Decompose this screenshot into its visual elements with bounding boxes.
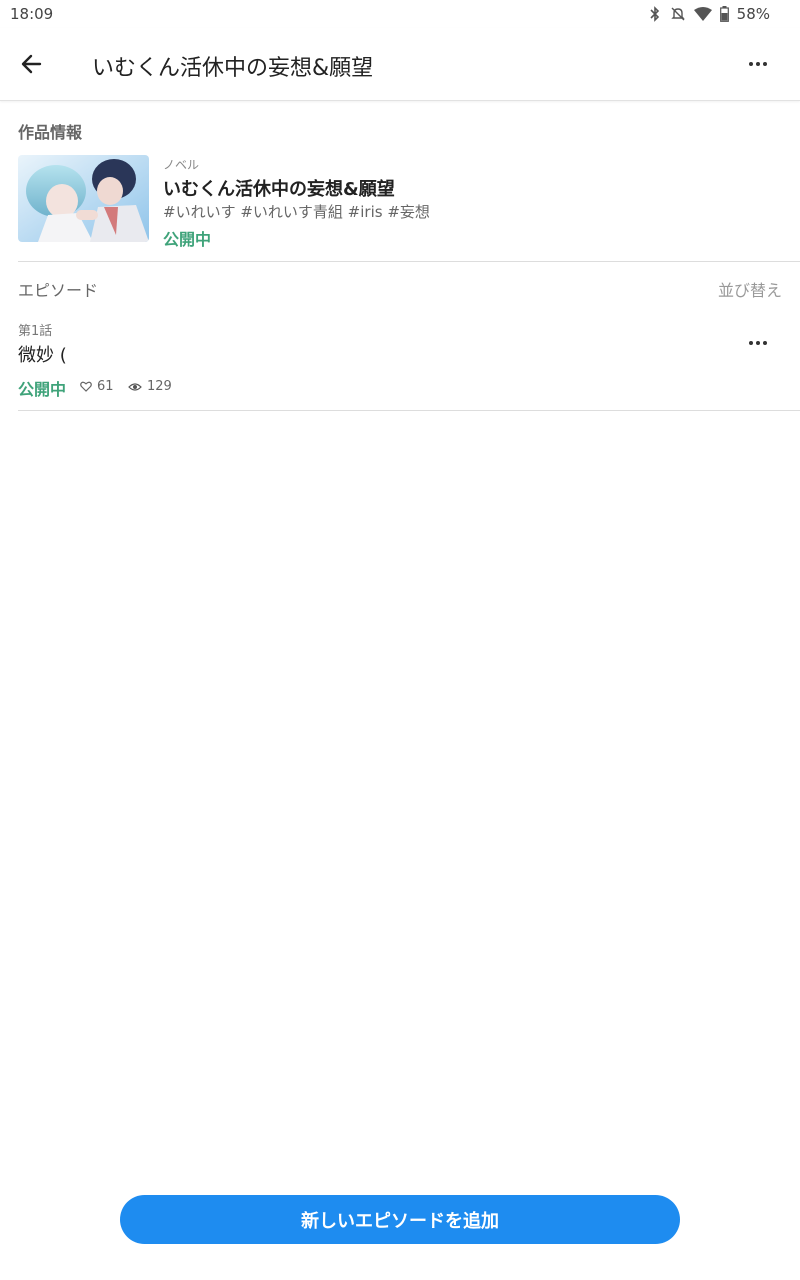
battery-icon xyxy=(719,6,729,22)
episodes-label: エピソード xyxy=(18,281,99,300)
work-tags: #いれいす #いれいす青組 #iris #妄想 xyxy=(163,203,430,221)
work-thumbnail[interactable] xyxy=(18,155,149,242)
eye-icon xyxy=(128,382,142,391)
episode-views: 129 xyxy=(128,379,172,394)
episode-divider xyxy=(18,410,800,411)
battery-percent: 58% xyxy=(736,5,770,23)
episode-likes: 61 xyxy=(80,379,114,394)
sort-button[interactable]: 並び替え xyxy=(718,277,782,301)
episode-more-button[interactable] xyxy=(742,332,774,354)
notifications-off-icon xyxy=(670,7,685,21)
episode-title: 微妙 ( xyxy=(18,345,67,366)
add-episode-button[interactable]: 新しいエピソードを追加 xyxy=(120,1195,680,1244)
work-info-label: 作品情報 xyxy=(18,123,83,142)
episode-number: 第1話 xyxy=(18,324,53,339)
more-horizontal-icon xyxy=(749,341,767,345)
cover-illustration xyxy=(18,155,149,242)
status-bar: 18:09 58% xyxy=(0,0,800,28)
arrow-left-icon xyxy=(21,54,42,74)
views-count: 129 xyxy=(147,379,172,394)
work-type: ノベル xyxy=(163,158,200,172)
work-title[interactable]: いむくん活休中の妄想&願望 xyxy=(163,175,395,201)
status-time: 18:09 xyxy=(10,5,54,23)
more-horizontal-icon xyxy=(749,62,767,66)
bluetooth-icon xyxy=(650,6,659,22)
section-divider xyxy=(18,261,800,262)
wifi-icon xyxy=(693,7,712,21)
back-button[interactable] xyxy=(16,48,48,80)
page-title: いむくん活休中の妄想&願望 xyxy=(92,56,374,81)
likes-count: 61 xyxy=(97,379,114,394)
episode-status-badge: 公開中 xyxy=(18,380,67,399)
heart-icon xyxy=(80,381,92,392)
more-options-button[interactable] xyxy=(742,50,774,78)
work-status-badge: 公開中 xyxy=(163,230,212,249)
app-bar: いむくん活休中の妄想&願望 xyxy=(0,28,800,101)
